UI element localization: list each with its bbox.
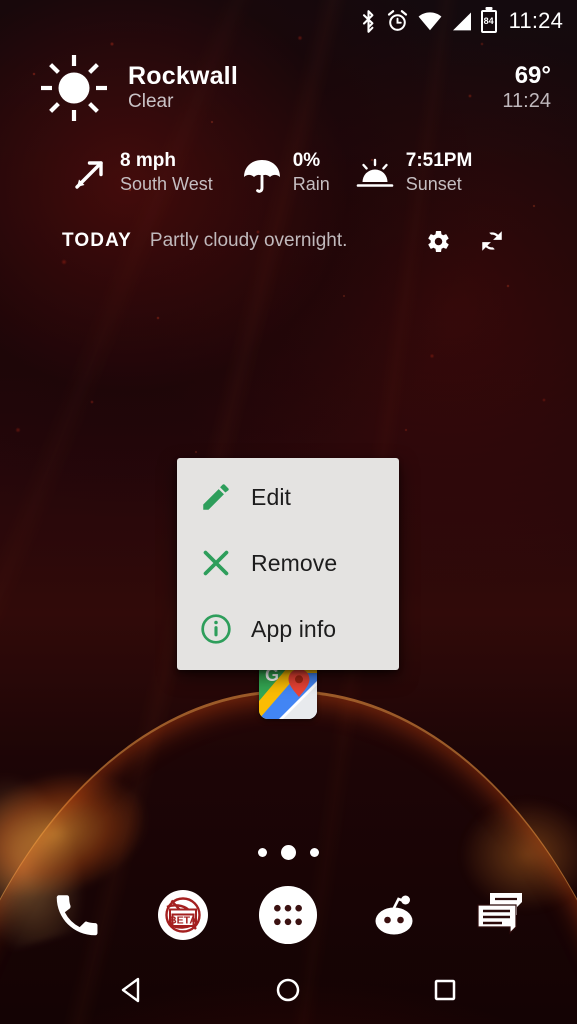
- bluetooth-icon: [362, 9, 374, 33]
- status-bar[interactable]: 84 11:24: [0, 0, 577, 42]
- recents-square-icon: [434, 979, 456, 1001]
- weather-location-block: Rockwall Clear: [128, 62, 502, 114]
- page-dot-3[interactable]: [310, 848, 319, 857]
- dock-item-phone[interactable]: [47, 885, 107, 945]
- battery-level: 84: [483, 15, 494, 26]
- close-x-icon: [197, 544, 235, 582]
- menu-item-app-info[interactable]: App info: [177, 596, 399, 662]
- weather-widget[interactable]: Rockwall Clear 69° 11:24 8 mph South Wes…: [0, 52, 577, 254]
- widget-context-menu[interactable]: Edit Remove App info: [177, 458, 399, 670]
- wind-direction: South West: [120, 173, 213, 194]
- weather-condition: Clear: [128, 91, 174, 113]
- dock: BETA: [0, 872, 577, 958]
- page-dot-2-active[interactable]: [281, 845, 296, 860]
- navigation-bar: [0, 956, 577, 1024]
- sunset-icon: [352, 152, 398, 198]
- dock-item-reddit[interactable]: [364, 885, 424, 945]
- messages-icon: [477, 893, 523, 935]
- menu-item-remove-label: Remove: [251, 549, 338, 576]
- back-triangle-icon: [121, 977, 140, 1003]
- weather-time: 11:24: [502, 90, 551, 113]
- refresh-icon[interactable]: [479, 228, 505, 254]
- umbrella-icon: [239, 152, 285, 198]
- alarm-icon: [387, 10, 407, 31]
- page-indicator: [0, 845, 577, 860]
- phone-icon: [56, 895, 98, 936]
- menu-item-edit-label: Edit: [251, 483, 292, 510]
- app-drawer-icon: [259, 885, 318, 945]
- weather-city: Rockwall: [128, 62, 238, 91]
- rain-label: Rain: [292, 173, 330, 194]
- weather-detail-sunset: 7:51PM Sunset: [352, 150, 473, 198]
- cell-signal-icon: [452, 12, 471, 30]
- weather-forecast-row: TODAY Partly cloudy overnight.: [0, 198, 577, 254]
- battery-icon: 84: [480, 9, 497, 33]
- menu-item-app-info-label: App info: [251, 615, 337, 642]
- nav-back-button[interactable]: [106, 964, 158, 1016]
- nav-home-button[interactable]: [262, 964, 314, 1016]
- menu-item-edit[interactable]: Edit: [177, 464, 399, 530]
- sunset-label: Sunset: [405, 173, 462, 194]
- weather-details-row: 8 mph South West 0% Rain 7:51PM Sunset: [0, 124, 577, 198]
- nav-recents-button[interactable]: [419, 964, 471, 1016]
- info-circle-icon: [197, 610, 235, 648]
- android-home-screen: 84 11:24 Rockwall Clear 69° 11:24 8 mph …: [0, 0, 577, 1024]
- pencil-icon: [197, 478, 235, 516]
- dock-item-messages[interactable]: [470, 885, 530, 945]
- sun-icon: [38, 52, 110, 124]
- weather-temp-block: 69° 11:24: [502, 62, 551, 115]
- wifi-icon: [418, 11, 441, 30]
- weather-detail-wind: 8 mph South West: [66, 150, 213, 198]
- reddit-icon: [375, 895, 413, 935]
- dock-item-app-drawer[interactable]: [258, 885, 318, 945]
- sunset-time: 7:51PM: [405, 150, 473, 171]
- camera-beta-icon: BETA: [157, 890, 208, 940]
- dock-item-camera[interactable]: BETA: [153, 885, 213, 945]
- forecast-summary: Partly cloudy overnight.: [149, 230, 348, 251]
- status-bar-clock: 11:24: [508, 8, 563, 33]
- gear-icon[interactable]: [426, 229, 451, 254]
- svg-text:BETA: BETA: [169, 915, 197, 927]
- weather-header[interactable]: Rockwall Clear 69° 11:24: [0, 52, 577, 124]
- wind-arrow-icon: [66, 152, 112, 198]
- forecast-day-label: TODAY: [62, 230, 132, 251]
- weather-detail-rain: 0% Rain: [239, 150, 330, 198]
- weather-temperature: 69°: [514, 61, 551, 89]
- page-dot-1[interactable]: [258, 848, 267, 857]
- menu-item-remove[interactable]: Remove: [177, 530, 399, 596]
- home-circle-icon: [277, 978, 300, 1002]
- rain-chance: 0%: [292, 150, 321, 171]
- wind-speed: 8 mph: [120, 150, 176, 171]
